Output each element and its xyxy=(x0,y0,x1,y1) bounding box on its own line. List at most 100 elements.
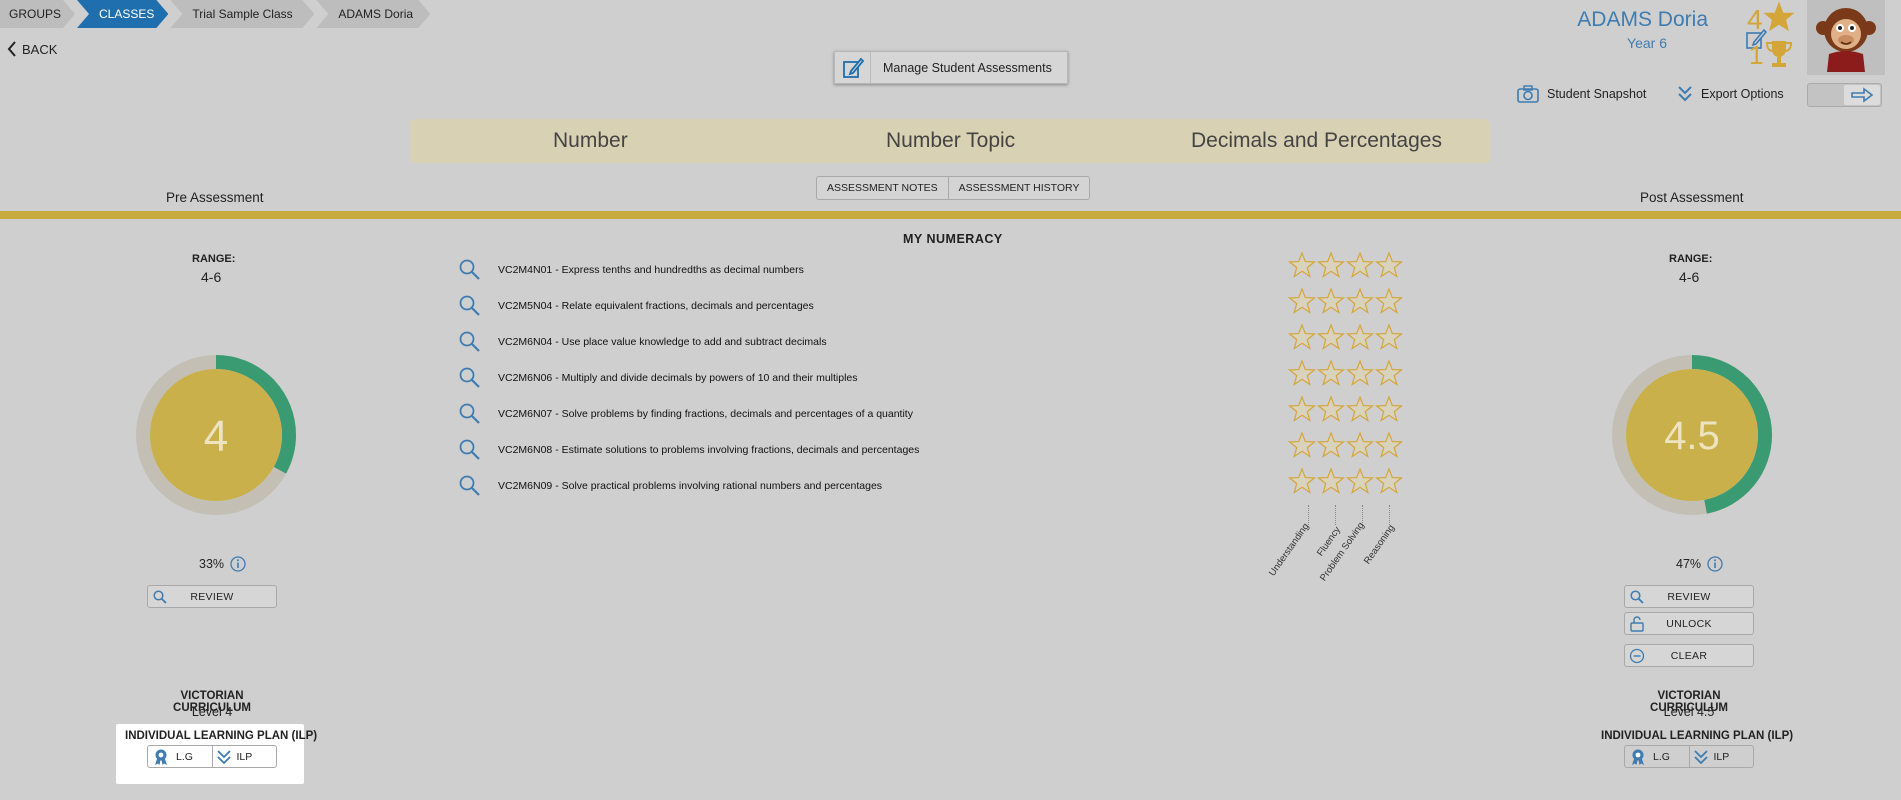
star-outline-icon[interactable] xyxy=(1317,467,1345,495)
star-outline-icon[interactable] xyxy=(1288,287,1316,315)
outcome-label: VC2M5N04 - Relate equivalent fractions, … xyxy=(498,300,814,312)
search-icon[interactable] xyxy=(458,402,482,426)
pre-range-label: RANGE: xyxy=(192,253,236,265)
outcome-row: VC2M6N09 - Solve practical problems invo… xyxy=(458,475,882,497)
review-label: REVIEW xyxy=(1667,590,1711,603)
search-icon[interactable] xyxy=(458,258,482,282)
star-outline-icon[interactable] xyxy=(1317,359,1345,387)
post-percent: 47% xyxy=(1676,556,1723,572)
search-icon[interactable] xyxy=(458,438,482,462)
post-score: 4.5 xyxy=(1664,414,1720,458)
pre-score-donut: 4 xyxy=(136,355,296,515)
pre-percent-value: 33% xyxy=(199,557,225,571)
search-icon[interactable] xyxy=(458,330,482,354)
star-outline-icon[interactable] xyxy=(1375,287,1403,315)
post-score-donut: 4.5 xyxy=(1612,355,1772,515)
star-outline-icon[interactable] xyxy=(1288,251,1316,279)
pre-review-button[interactable]: REVIEW xyxy=(147,585,277,608)
minus-circle-icon xyxy=(1625,645,1649,666)
outcome-label: VC2M6N07 - Solve problems by finding fra… xyxy=(498,408,913,420)
ilp-label: ILP xyxy=(236,750,253,763)
section-title: MY NUMERACY xyxy=(903,232,1003,246)
pre-ilp-button[interactable]: ILP xyxy=(211,746,277,767)
info-icon[interactable] xyxy=(230,556,246,572)
star-outline-icon[interactable] xyxy=(1317,395,1345,423)
monkey-avatar-icon xyxy=(1816,7,1876,72)
avatar[interactable] xyxy=(1807,0,1885,75)
tab-assessment-notes[interactable]: ASSESSMENT NOTES xyxy=(817,177,948,199)
topic-banner: Number Number Topic Decimals and Percent… xyxy=(410,119,1490,163)
double-chevron-down-icon xyxy=(216,749,231,764)
star-count: 4 xyxy=(1747,4,1763,35)
star-rating xyxy=(1288,431,1403,459)
outcome-label: VC2M6N04 - Use place value knowledge to … xyxy=(498,336,827,348)
star-outline-icon[interactable] xyxy=(1288,359,1316,387)
search-icon[interactable] xyxy=(458,294,482,318)
star-outline-icon[interactable] xyxy=(1317,323,1345,351)
star-rating xyxy=(1288,359,1403,387)
star-outline-icon[interactable] xyxy=(1375,395,1403,423)
breadcrumb-classes[interactable]: CLASSES xyxy=(77,0,168,28)
pre-lg-button[interactable]: L.G xyxy=(148,746,212,767)
outcome-row: VC2M4N01 - Express tenths and hundredths… xyxy=(458,259,804,281)
manage-assessments-button[interactable]: Manage Student Assessments xyxy=(834,51,1068,84)
star-outline-icon[interactable] xyxy=(1346,359,1374,387)
star-outline-icon[interactable] xyxy=(1317,287,1345,315)
trophy-icon xyxy=(1765,41,1793,67)
export-options-button[interactable]: Export Options xyxy=(1677,85,1784,103)
chevron-left-icon xyxy=(7,41,16,57)
post-unlock-button[interactable]: UNLOCK xyxy=(1624,612,1754,635)
post-percent-value: 47% xyxy=(1676,557,1702,571)
leader-line xyxy=(1335,505,1336,525)
topic-name: Number Topic xyxy=(886,129,1016,152)
breadcrumb-class[interactable]: Trial Sample Class xyxy=(170,0,314,28)
star-outline-icon[interactable] xyxy=(1346,431,1374,459)
post-curriculum-level: Level 4.5 xyxy=(1663,705,1715,719)
star-outline-icon[interactable] xyxy=(1346,287,1374,315)
star-rating xyxy=(1288,323,1403,351)
unlock-icon xyxy=(1625,613,1649,634)
outcome-label: VC2M4N01 - Express tenths and hundredths… xyxy=(498,264,804,276)
star-outline-icon[interactable] xyxy=(1375,431,1403,459)
search-icon[interactable] xyxy=(458,474,482,498)
star-outline-icon[interactable] xyxy=(1375,467,1403,495)
info-icon[interactable] xyxy=(1707,556,1723,572)
star-rating xyxy=(1288,395,1403,423)
post-ilp-button[interactable]: ILP xyxy=(1688,746,1754,767)
breadcrumb-groups[interactable]: GROUPS xyxy=(0,0,75,28)
post-review-button[interactable]: REVIEW xyxy=(1624,585,1754,608)
navigation-toggle[interactable] xyxy=(1807,83,1882,107)
star-outline-icon[interactable] xyxy=(1375,359,1403,387)
star-outline-icon[interactable] xyxy=(1346,395,1374,423)
star-outline-icon[interactable] xyxy=(1288,467,1316,495)
search-icon[interactable] xyxy=(458,366,482,390)
star-outline-icon[interactable] xyxy=(1346,467,1374,495)
star-outline-icon[interactable] xyxy=(1375,323,1403,351)
outcome-label: VC2M6N08 - Estimate solutions to problem… xyxy=(498,444,920,456)
award-ribbon-icon xyxy=(155,749,167,765)
review-label: REVIEW xyxy=(190,590,234,603)
tab-assessment-history[interactable]: ASSESSMENT HISTORY xyxy=(947,177,1090,199)
student-snapshot-button[interactable]: Student Snapshot xyxy=(1517,85,1646,103)
clear-label: CLEAR xyxy=(1670,649,1708,662)
post-clear-button[interactable]: CLEAR xyxy=(1624,644,1754,667)
star-outline-icon[interactable] xyxy=(1288,431,1316,459)
star-outline-icon[interactable] xyxy=(1375,251,1403,279)
star-icon xyxy=(1763,1,1795,32)
proficiency-reasoning: Reasoning xyxy=(1362,522,1398,567)
post-lg-button[interactable]: L.G xyxy=(1625,746,1689,767)
star-outline-icon[interactable] xyxy=(1288,395,1316,423)
star-outline-icon[interactable] xyxy=(1346,251,1374,279)
star-outline-icon[interactable] xyxy=(1346,323,1374,351)
star-outline-icon[interactable] xyxy=(1288,323,1316,351)
ilp-label: ILP xyxy=(1713,750,1730,763)
pre-ilp-label: INDIVIDUAL LEARNING PLAN (ILP) xyxy=(125,730,318,742)
star-outline-icon[interactable] xyxy=(1317,431,1345,459)
back-button[interactable]: BACK xyxy=(6,41,57,57)
star-outline-icon[interactable] xyxy=(1317,251,1345,279)
breadcrumb-student[interactable]: ADAMS Doria xyxy=(316,0,430,28)
pre-curriculum-level: Level 4 xyxy=(191,705,233,719)
back-label: BACK xyxy=(22,41,58,57)
post-range-value: 4-6 xyxy=(1679,269,1700,285)
snapshot-label: Student Snapshot xyxy=(1547,87,1647,101)
